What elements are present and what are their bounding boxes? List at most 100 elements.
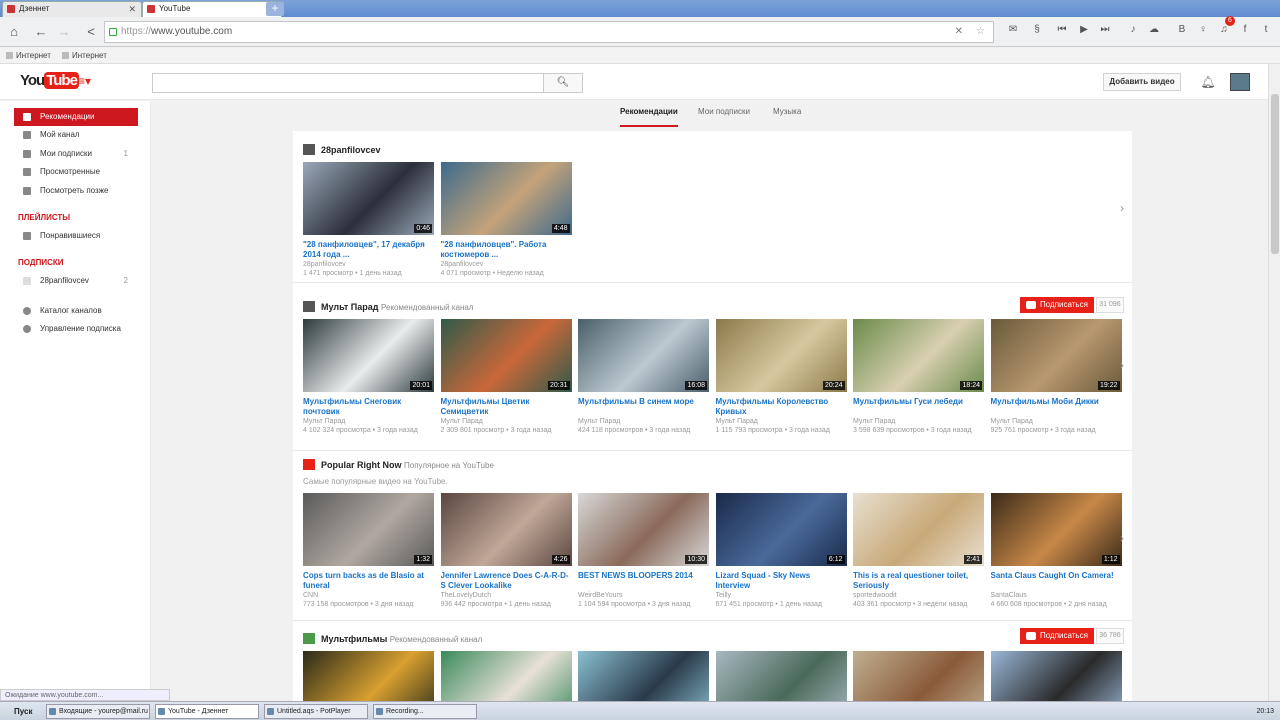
playlists-header[interactable]: ПЛЕЙЛИСТЫ: [18, 213, 70, 222]
home-icon[interactable]: ⌂: [5, 23, 23, 41]
sidebar-item-my-channel[interactable]: Мой канал: [14, 126, 138, 144]
search-button[interactable]: 🔍︎: [543, 73, 583, 93]
taskbar-item-mail[interactable]: Входящие - yourep@mail.ru: [46, 704, 150, 719]
browser-tab-dzennet[interactable]: Дзеннет ✕: [2, 1, 142, 17]
music-icon[interactable]: ♪: [1127, 24, 1139, 36]
shelf-title[interactable]: 28panfilovcev: [303, 144, 381, 155]
sidebar-item-channel[interactable]: 28panfilovcev 2: [14, 272, 138, 290]
subscribe-button[interactable]: Подписаться: [1020, 628, 1094, 644]
video-channel[interactable]: 28panfilovcev: [303, 260, 434, 269]
video-channel[interactable]: Teilly: [716, 591, 847, 600]
video-card[interactable]: 18:24 Мультфильмы Гуси лебеди Мульт Парад 3…: [853, 319, 984, 435]
vk-icon[interactable]: B: [1176, 24, 1188, 36]
video-card[interactable]: 1:12 Santa Claus Caught On Camera! SantaCl…: [990, 493, 1122, 609]
video-thumbnail[interactable]: [990, 651, 1122, 701]
video-channel[interactable]: Мульт Парад: [578, 417, 709, 426]
video-thumbnail[interactable]: 19:22: [990, 319, 1122, 392]
odnoklassniki-icon[interactable]: ♀: [1197, 24, 1209, 36]
tab-recommended[interactable]: Рекомендации: [620, 101, 678, 127]
video-card[interactable]: [303, 651, 434, 701]
video-card[interactable]: 2:41 This is a real questioner toilet, Se…: [853, 493, 984, 609]
video-title[interactable]: "28 панфиловцев". Работа костюмеров ...: [441, 240, 572, 260]
video-thumbnail[interactable]: 4:48: [440, 162, 572, 235]
video-card[interactable]: 4:26 Jennifer Lawrence Does C-A-R-D-S Cle…: [440, 493, 572, 609]
video-channel[interactable]: Мульт Парад: [853, 417, 984, 426]
video-title[interactable]: Santa Claus Caught On Camera!: [991, 571, 1122, 591]
sidebar-item-channel-catalog[interactable]: Каталог каналов: [14, 302, 138, 320]
video-card[interactable]: 20:01 Мультфильмы Снеговик почтовик Мульт …: [303, 319, 434, 435]
dictionary-icon[interactable]: §: [1031, 24, 1043, 36]
share-icon[interactable]: <: [82, 23, 100, 41]
sidebar-item-watch-later[interactable]: Посмотреть позже: [14, 182, 138, 200]
video-title[interactable]: Мультфильмы Гуси лебеди: [853, 397, 984, 417]
video-thumbnail[interactable]: 20:24: [715, 319, 847, 392]
browser-tab-youtube[interactable]: YouTube ✕: [142, 1, 282, 17]
video-thumbnail[interactable]: 20:01: [303, 319, 434, 392]
bookmark-star-icon[interactable]: ☆: [976, 22, 985, 42]
sidebar-item-history[interactable]: Просмотренные: [14, 163, 138, 181]
subscriptions-header[interactable]: ПОДПИСКИ: [18, 258, 63, 267]
shelf-title[interactable]: Мультфильмы Рекомендованный канал: [303, 633, 482, 644]
upload-button[interactable]: Добавить видео: [1103, 73, 1181, 91]
video-title[interactable]: Мультфильмы Королевство Кривых: [716, 397, 847, 417]
video-thumbnail[interactable]: 6:12: [715, 493, 847, 566]
video-card[interactable]: 6:12 Lizard Squad - Sky News Interview Tei…: [715, 493, 847, 609]
video-channel[interactable]: WeirdBeYours: [578, 591, 709, 600]
facebook-icon[interactable]: f: [1239, 24, 1251, 36]
video-title[interactable]: Мультфильмы Моби Дикки: [991, 397, 1122, 417]
video-card[interactable]: [578, 651, 709, 701]
video-channel[interactable]: Мульт Парад: [303, 417, 434, 426]
new-tab-button[interactable]: +: [266, 2, 284, 16]
video-thumbnail[interactable]: [853, 651, 984, 701]
video-title[interactable]: Jennifer Lawrence Does C-A-R-D-S Clever …: [441, 571, 572, 591]
video-card[interactable]: 10:30 BEST NEWS BLOOPERS 2014 WeirdBeYours…: [578, 493, 709, 609]
video-thumbnail[interactable]: 1:32: [303, 493, 434, 566]
video-card[interactable]: [440, 651, 572, 701]
sidebar-item-recommended[interactable]: Рекомендации: [14, 108, 138, 126]
shelf-title[interactable]: Popular Right Now Популярное на YouTube: [303, 459, 494, 470]
video-title[interactable]: Lizard Squad - Sky News Interview: [716, 571, 847, 591]
shelf-next-arrow[interactable]: ›: [1120, 531, 1124, 545]
video-title[interactable]: "28 панфиловцев", 17 декабря 2014 года .…: [303, 240, 434, 260]
video-title[interactable]: Cops turn backs as de Blasio at funeral: [303, 571, 434, 591]
video-card[interactable]: 20:31 Мультфильмы Цветик Семицветик Мульт …: [440, 319, 572, 435]
search-input[interactable]: [152, 73, 544, 93]
video-thumbnail[interactable]: 4:26: [440, 493, 572, 566]
play-icon[interactable]: ▶: [1078, 24, 1090, 36]
video-card[interactable]: 20:24 Мультфильмы Королевство Кривых Мульт…: [715, 319, 847, 435]
video-card[interactable]: [715, 651, 847, 701]
close-tab-icon[interactable]: ✕: [128, 2, 136, 16]
video-card[interactable]: 1:32 Cops turn backs as de Blasio at fune…: [303, 493, 434, 609]
sidebar-item-manage-subscriptions[interactable]: Управление подписка: [14, 320, 138, 338]
twitter-icon[interactable]: t: [1260, 24, 1272, 36]
video-card[interactable]: [990, 651, 1122, 701]
taskbar-item-recording[interactable]: Recording...: [373, 704, 477, 719]
video-card[interactable]: 0:46 "28 панфиловцев", 17 декабря 2014 го…: [303, 162, 434, 278]
video-channel[interactable]: CNN: [303, 591, 434, 600]
clock[interactable]: 20:13: [1256, 708, 1274, 715]
video-title[interactable]: This is a real questioner toilet, Seriou…: [853, 571, 984, 591]
video-card[interactable]: 4:48 "28 панфиловцев". Работа костюмеров …: [440, 162, 572, 278]
chat-icon[interactable]: ☁: [1148, 24, 1160, 36]
avatar[interactable]: [1230, 73, 1250, 91]
video-card[interactable]: 16:08 Мультфильмы В синем море Мульт Парад…: [578, 319, 709, 435]
mail-icon[interactable]: ✉: [1007, 24, 1019, 36]
rewind-icon[interactable]: ⏮: [1056, 24, 1068, 36]
page-scrollbar[interactable]: [1268, 64, 1280, 701]
video-thumbnail[interactable]: 2:41: [853, 493, 984, 566]
sidebar-item-subscriptions[interactable]: Мои подписки 1: [14, 145, 138, 163]
video-card[interactable]: 19:22 Мультфильмы Моби Дикки Мульт Парад 92…: [990, 319, 1122, 435]
shelf-title[interactable]: Мульт Парад Рекомендованный канал: [303, 301, 473, 312]
guide-menu-icon[interactable]: ≡▾: [78, 74, 94, 88]
video-title[interactable]: Мультфильмы Снеговик почтовик: [303, 397, 434, 417]
youtube-logo[interactable]: You Tube: [20, 72, 79, 89]
video-channel[interactable]: Мульт Парад: [716, 417, 847, 426]
video-channel[interactable]: 28panfilovcev: [441, 260, 572, 269]
video-thumbnail[interactable]: 20:31: [440, 319, 572, 392]
video-channel[interactable]: SantaClaus: [991, 591, 1122, 600]
taskbar-item-potplayer[interactable]: Untitled.aqs - PotPlayer: [264, 704, 368, 719]
video-thumbnail[interactable]: [715, 651, 847, 701]
video-thumbnail[interactable]: 18:24: [853, 319, 984, 392]
taskbar-item-youtube[interactable]: YouTube - Дзеннет: [155, 704, 259, 719]
start-button[interactable]: Пуск: [2, 704, 38, 719]
